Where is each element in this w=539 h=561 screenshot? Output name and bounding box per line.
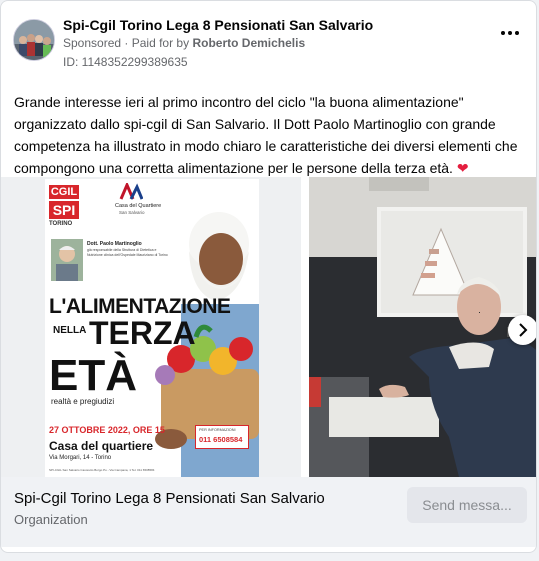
speaker-desc-2: Nutrizione clinica dell'Ospedale Maurizi… [87, 253, 168, 257]
poster-casa-logo-icon [119, 181, 144, 201]
poster-place: Casa del quartiere [49, 439, 154, 453]
post-body: Grande interesse ieri al primo incontro … [14, 91, 526, 179]
paid-for-prefix: Paid for by [131, 36, 190, 50]
poster-title-line3: ETÀ [49, 351, 137, 400]
poster-spi-logo: SPI [49, 201, 79, 219]
ad-id: ID: 1148352299389635 [63, 55, 188, 69]
poster-footer-text: SPI-CGIL San Salvario Cavoretto Borgo Po… [49, 468, 155, 472]
post-header: Spi-Cgil Torino Lega 8 Pensionati San Sa… [13, 13, 524, 69]
poster-title-line2: TERZA [89, 315, 196, 351]
poster-casa-name: Casa del Quartiere [115, 203, 162, 209]
send-message-button[interactable]: Send messa... [407, 487, 527, 523]
footer-page-category: Organization [14, 512, 88, 527]
cta-footer: Spi-Cgil Torino Lega 8 Pensionati San Sa… [1, 477, 536, 547]
poster-torino: TORINO [49, 221, 73, 227]
poster-cgil-logo: CGIL [49, 185, 79, 199]
sponsored-label[interactable]: Sponsored [63, 36, 121, 50]
sponsored-meta: Sponsored · Paid for by Roberto Demichel… [63, 36, 305, 50]
carousel-slide-poster[interactable]: CGIL SPI TORINO Casa del Quartiere San S… [1, 177, 301, 477]
poster-info-box: PER INFORMAZIONI 011 6508584 [195, 425, 249, 449]
speaker-name: Dott. Paolo Martinoglio [87, 241, 142, 247]
speaker-desc-1: già responsabile della Struttura di Diet… [87, 248, 157, 252]
page-avatar[interactable] [13, 19, 55, 61]
chevron-right-icon [519, 323, 528, 337]
image-carousel: CGIL SPI TORINO Casa del Quartiere San S… [1, 177, 536, 477]
sponsored-post-card: Spi-Cgil Torino Lega 8 Pensionati San Sa… [0, 0, 537, 553]
seminar-photo [309, 177, 536, 477]
paid-by-name: Roberto Demichelis [192, 36, 306, 50]
poster-casa-sub: San Salvario [119, 210, 145, 215]
footer-page-title[interactable]: Spi-Cgil Torino Lega 8 Pensionati San Sa… [14, 490, 325, 507]
event-poster: CGIL SPI TORINO Casa del Quartiere San S… [45, 179, 259, 477]
poster-subtitle: realtà e pregiudizi [51, 397, 115, 406]
poster-info-label: PER INFORMAZIONI [199, 428, 236, 432]
page-name-link[interactable]: Spi-Cgil Torino Lega 8 Pensionati San Sa… [63, 17, 373, 33]
poster-info-phone: 011 6508584 [199, 435, 243, 444]
carousel-slide-photo[interactable] [309, 177, 536, 477]
dot-separator: · [124, 36, 132, 50]
more-horizontal-icon[interactable] [498, 25, 522, 41]
poster-title-nella: NELLA [53, 325, 87, 336]
poster-date: 27 OTTOBRE 2022, ORE 15 [49, 425, 165, 435]
red-heart-icon: ❤ [456, 160, 469, 176]
poster-address: Via Morgari, 14 - Torino [49, 455, 112, 461]
speaker-photo [51, 239, 83, 281]
carousel-next-button[interactable] [508, 315, 536, 345]
post-body-text: Grande interesse ieri al primo incontro … [14, 94, 518, 176]
